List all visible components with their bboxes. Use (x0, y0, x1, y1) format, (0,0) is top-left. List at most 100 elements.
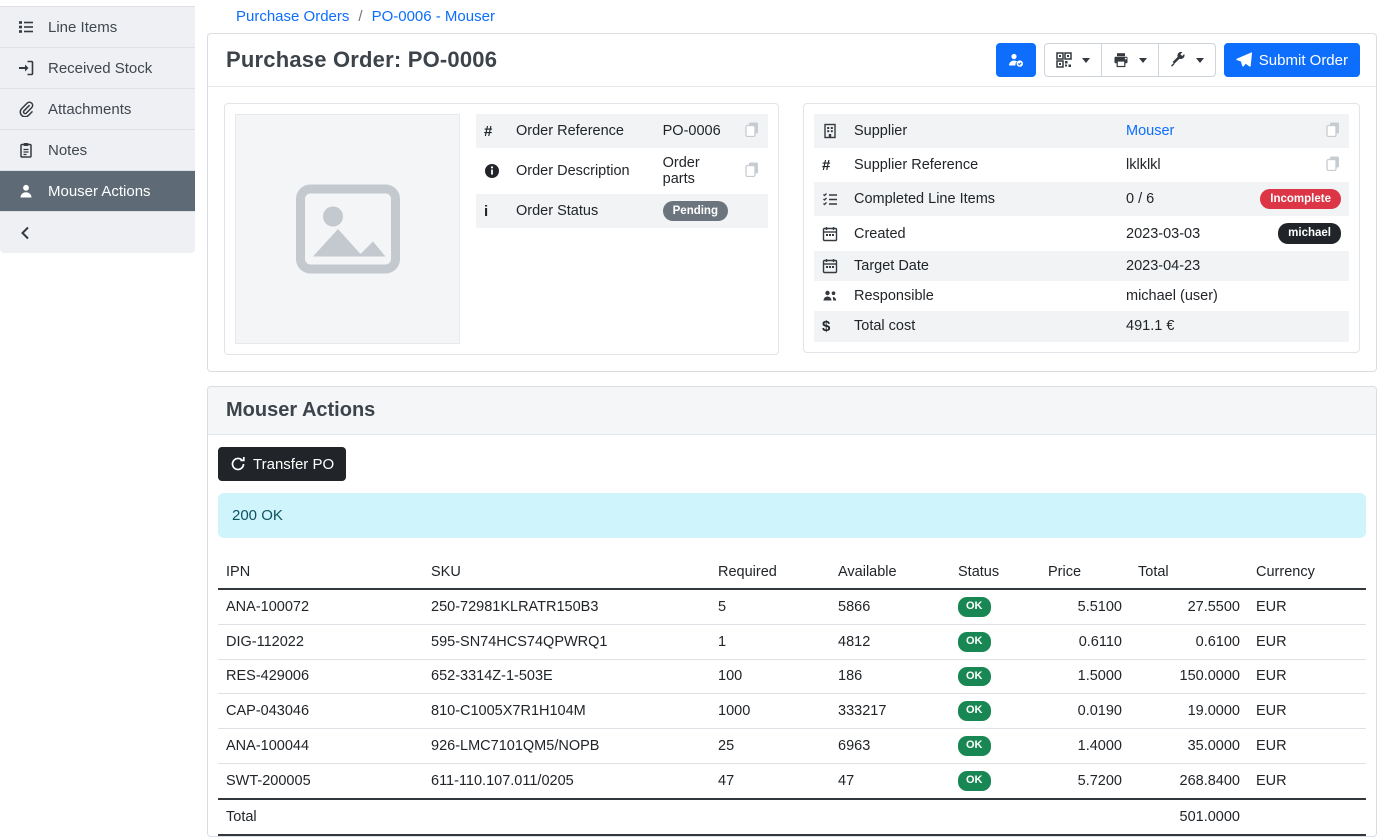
footer-total: 501.0000 (1130, 799, 1248, 835)
submit-order-label: Submit Order (1259, 52, 1348, 69)
supplier-info-box: Supplier Mouser # Supplier Reference lkl… (803, 103, 1360, 353)
cell-ipn: ANA-100044 (218, 729, 423, 764)
cell-currency: EUR (1248, 763, 1366, 798)
cell-sku: 652-3314Z-1-503E (423, 659, 710, 694)
table-row: RES-429006 652-3314Z-1-503E 100 186 OK 1… (218, 659, 1366, 694)
table-row: CAP-043046 810-C1005X7R1H104M 1000 33321… (218, 694, 1366, 729)
table-row: SWT-200005 611-110.107.011/0205 47 47 OK… (218, 763, 1366, 798)
caret-down-icon (1196, 58, 1204, 63)
sidebar-item-attachments[interactable]: Attachments (0, 89, 195, 130)
sidebar-item-mouser-actions[interactable]: Mouser Actions (0, 171, 195, 212)
cell-total: 27.5500 (1130, 589, 1248, 624)
copy-icon[interactable] (1325, 155, 1341, 171)
copy-icon[interactable] (744, 121, 760, 137)
page-title: Purchase Order: PO-0006 (226, 47, 497, 73)
status-alert: 200 OK (218, 493, 1366, 538)
cell-total: 19.0000 (1130, 694, 1248, 729)
table-row: Supplier Mouser (814, 114, 1349, 148)
table-row: i Order Status Pending (476, 194, 768, 228)
copy-icon[interactable] (744, 161, 760, 177)
cell-price: 5.5100 (1040, 589, 1130, 624)
order-details: # Order Reference PO-0006 Order Descript… (208, 87, 1376, 371)
cell-currency: EUR (1248, 729, 1366, 764)
mouser-actions-card: Mouser Actions Transfer PO 200 OK (207, 386, 1377, 837)
status-badge: OK (958, 667, 991, 687)
supplier-info-table: Supplier Mouser # Supplier Reference lkl… (814, 114, 1349, 342)
cell-sku: 611-110.107.011/0205 (423, 763, 710, 798)
cell-total: 268.8400 (1130, 763, 1248, 798)
cell-price: 1.5000 (1040, 659, 1130, 694)
refresh-icon (230, 456, 246, 472)
submit-order-button[interactable]: Submit Order (1224, 43, 1360, 77)
breadcrumb-link-purchase-orders[interactable]: Purchase Orders (236, 8, 349, 25)
cell-currency: EUR (1248, 694, 1366, 729)
status-badge: OK (958, 597, 991, 617)
cell-ipn: SWT-200005 (218, 763, 423, 798)
detail-label: Created (846, 216, 1118, 250)
barcode-actions-button[interactable] (1044, 43, 1102, 77)
detail-label: Order Description (508, 148, 655, 194)
building-icon (814, 114, 846, 148)
print-actions-button[interactable] (1101, 43, 1159, 77)
hash-icon: # (814, 148, 846, 182)
cell-total: 150.0000 (1130, 659, 1248, 694)
panel-title: Mouser Actions (226, 399, 1358, 422)
cell-required: 1000 (710, 694, 830, 729)
incomplete-badge: Incomplete (1260, 189, 1341, 209)
supplier-link[interactable]: Mouser (1126, 123, 1174, 139)
cell-required: 1 (710, 624, 830, 659)
cell-available: 186 (830, 659, 950, 694)
sidebar-item-label: Received Stock (48, 60, 152, 77)
order-image-placeholder[interactable] (235, 114, 460, 344)
sidebar-item-label: Notes (48, 142, 87, 159)
order-options-button[interactable] (1158, 43, 1216, 77)
detail-value: michael (user) (1118, 281, 1240, 311)
cell-ipn: CAP-043046 (218, 694, 423, 729)
detail-label: Order Reference (508, 114, 655, 148)
cell-sku: 250-72981KLRATR150B3 (423, 589, 710, 624)
transfer-po-button[interactable]: Transfer PO (218, 447, 346, 481)
detail-label: Responsible (846, 281, 1118, 311)
sidebar-collapse-button[interactable] (0, 212, 195, 253)
sidebar-item-received-stock[interactable]: Received Stock (0, 48, 195, 89)
list-icon (17, 19, 35, 35)
tools-icon (1170, 52, 1186, 68)
cell-required: 100 (710, 659, 830, 694)
cell-price: 1.4000 (1040, 729, 1130, 764)
breadcrumb-separator: / (358, 8, 362, 25)
table-row: Order Description Order parts (476, 148, 768, 194)
table-row: # Supplier Reference lklklkl (814, 148, 1349, 182)
cell-required: 5 (710, 589, 830, 624)
paperclip-icon (17, 101, 35, 117)
detail-label: Supplier Reference (846, 148, 1118, 182)
detail-label: Completed Line Items (846, 182, 1118, 216)
cell-sku: 595-SN74HCS74QPWRQ1 (423, 624, 710, 659)
responsible-user-button[interactable] (996, 43, 1036, 77)
column-header-total: Total (1130, 556, 1248, 589)
sidebar-item-notes[interactable]: Notes (0, 130, 195, 171)
column-header-available: Available (830, 556, 950, 589)
clipboard-icon (17, 142, 35, 158)
breadcrumb-link-current-order[interactable]: PO-0006 - Mouser (372, 8, 495, 25)
order-info-table: # Order Reference PO-0006 Order Descript… (476, 114, 768, 228)
main-content: Purchase Orders / PO-0006 - Mouser Purch… (195, 0, 1383, 837)
user-check-icon (1008, 52, 1024, 68)
copy-icon[interactable] (1325, 121, 1341, 137)
column-header-ipn: IPN (218, 556, 423, 589)
table-row: $ Total cost 491.1 € (814, 311, 1349, 342)
order-action-button-group (1044, 43, 1216, 77)
status-badge: Pending (663, 201, 728, 221)
detail-value: lklklkl (1118, 148, 1240, 182)
send-icon (1236, 52, 1252, 68)
caret-down-icon (1082, 58, 1090, 63)
chevron-left-icon (17, 225, 35, 241)
info-icon: i (476, 194, 508, 228)
cell-total: 35.0000 (1130, 729, 1248, 764)
cell-currency: EUR (1248, 659, 1366, 694)
detail-value: PO-0006 (655, 114, 736, 148)
cell-total: 0.6100 (1130, 624, 1248, 659)
detail-value: 2023-04-23 (1118, 251, 1240, 281)
user-icon (17, 183, 35, 199)
detail-label: Order Status (508, 194, 655, 228)
sidebar-item-line-items[interactable]: Line Items (0, 7, 195, 48)
